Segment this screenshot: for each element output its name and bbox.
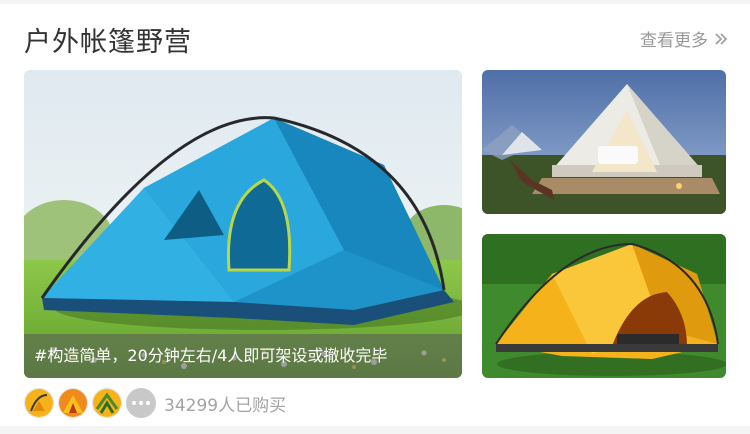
buyers-row: 34299人已购买 [24,387,286,419]
section-title: 户外帐篷野营 [24,27,192,58]
buyer-avatar[interactable] [24,388,54,418]
hero-caption: #构造简单，20分钟左右/4人即可架设或撤收完毕 [24,334,462,378]
buyer-avatar[interactable] [58,388,88,418]
chevron-double-right-icon [714,32,728,46]
blue-tent-image [24,70,462,378]
view-more-label: 查看更多 [640,31,708,51]
hero-product-image[interactable]: #构造简单，20分钟左右/4人即可架设或撤收完毕 [24,70,462,378]
buyer-avatar[interactable] [92,388,122,418]
tent-section-card: 户外帐篷野营 查看更多 #构造简单，20分钟左右/4人即可架设或撤收完毕 342… [0,4,750,426]
more-dots-icon[interactable] [126,388,156,418]
bell-tent-image[interactable] [482,70,726,214]
yellow-tent-image[interactable] [482,234,726,378]
purchase-count: 34299人已购买 [164,395,287,416]
view-more-link[interactable]: 查看更多 [640,26,728,51]
